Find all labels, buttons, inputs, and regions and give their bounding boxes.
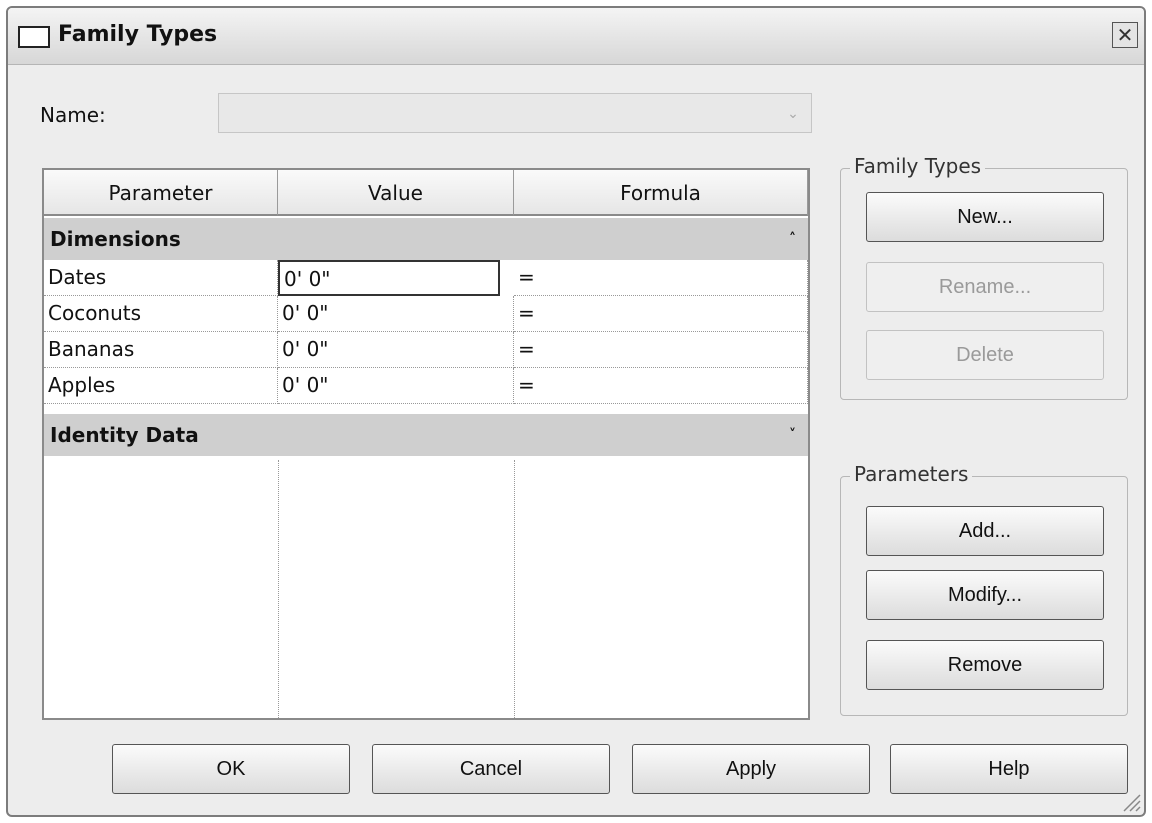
table-row: Dates 0' 0" = <box>44 260 808 296</box>
add-button[interactable]: Add... <box>866 506 1104 556</box>
ok-button[interactable]: OK <box>112 744 350 794</box>
title-bar[interactable]: Family Types ✕ <box>8 8 1144 65</box>
formula-cell[interactable]: = <box>514 296 808 332</box>
new-button[interactable]: New... <box>866 192 1104 242</box>
cancel-button[interactable]: Cancel <box>372 744 610 794</box>
parameter-cell[interactable]: Bananas <box>44 332 278 368</box>
parameter-cell[interactable]: Dates <box>44 260 278 296</box>
column-divider <box>278 460 279 718</box>
table-row: Apples 0' 0" = <box>44 368 808 404</box>
formula-cell[interactable]: = <box>514 368 808 404</box>
column-header-value[interactable]: Value <box>278 170 514 216</box>
table-row: Bananas 0' 0" = <box>44 332 808 368</box>
collapse-icon[interactable]: ˄ <box>789 218 796 260</box>
family-types-dialog: Family Types ✕ Name: ⌄ Parameter Value F… <box>6 6 1146 817</box>
formula-cell[interactable]: = <box>514 332 808 368</box>
column-header-parameter[interactable]: Parameter <box>44 170 278 216</box>
close-button[interactable]: ✕ <box>1112 22 1138 48</box>
parameter-cell[interactable]: Apples <box>44 368 278 404</box>
family-types-group-title: Family Types <box>850 154 986 178</box>
dialog-title: Family Types <box>58 22 218 47</box>
delete-button[interactable]: Delete <box>866 330 1104 380</box>
group-label: Identity Data <box>50 423 199 447</box>
column-header-formula[interactable]: Formula <box>514 170 808 216</box>
modify-button[interactable]: Modify... <box>866 570 1104 620</box>
apply-button[interactable]: Apply <box>632 744 870 794</box>
group-label: Dimensions <box>50 227 181 251</box>
parameter-grid: Parameter Value Formula Dimensions ˄ Dat… <box>42 168 810 720</box>
group-identity-data[interactable]: Identity Data ˅ <box>44 414 808 456</box>
window-icon <box>18 26 50 48</box>
rename-button[interactable]: Rename... <box>866 262 1104 312</box>
expand-icon[interactable]: ˅ <box>789 414 796 456</box>
resize-grip-icon[interactable] <box>1118 789 1142 813</box>
value-cell[interactable]: 0' 0" <box>278 296 514 332</box>
parameters-group-title: Parameters <box>850 462 973 486</box>
parameter-cell[interactable]: Coconuts <box>44 296 278 332</box>
remove-button[interactable]: Remove <box>866 640 1104 690</box>
group-dimensions[interactable]: Dimensions ˄ <box>44 218 808 260</box>
table-row: Coconuts 0' 0" = <box>44 296 808 332</box>
chevron-down-icon[interactable]: ⌄ <box>781 102 805 126</box>
help-button[interactable]: Help <box>890 744 1128 794</box>
name-dropdown[interactable]: ⌄ <box>218 93 812 133</box>
value-cell[interactable]: 0' 0" <box>278 260 500 296</box>
value-cell[interactable]: 0' 0" <box>278 368 514 404</box>
value-cell[interactable]: 0' 0" <box>278 332 514 368</box>
formula-cell[interactable]: = <box>514 260 808 296</box>
name-label: Name: <box>40 103 106 127</box>
column-divider <box>514 460 515 718</box>
